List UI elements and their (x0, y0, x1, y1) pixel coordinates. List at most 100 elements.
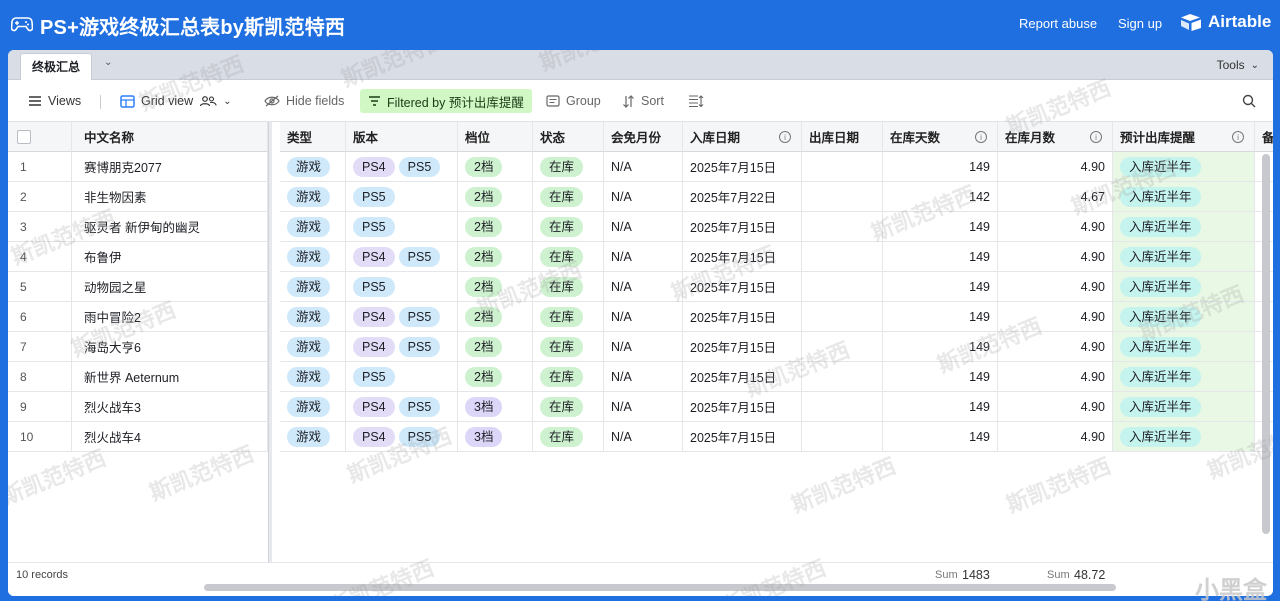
status-cell[interactable]: 在库 (533, 392, 604, 422)
info-icon[interactable]: i (975, 131, 987, 143)
months-cell[interactable]: 4.90 (998, 272, 1113, 302)
months-cell[interactable]: 4.90 (998, 392, 1113, 422)
months-cell[interactable]: 4.90 (998, 422, 1113, 452)
status-cell[interactable]: 在库 (533, 242, 604, 272)
free-month-cell[interactable]: N/A (604, 302, 683, 332)
remind-cell[interactable]: 入库近半年 (1113, 272, 1255, 302)
version-cell[interactable]: PS4 PS5 (346, 332, 458, 362)
free-month-cell[interactable]: N/A (604, 212, 683, 242)
type-cell[interactable]: 游戏 (280, 422, 346, 452)
table-row[interactable]: 6 雨中冒险2 游戏 PS4 PS5 2档 在库 N/A 2025年7月15日 149 4.90 入库… (8, 302, 1273, 332)
column-header-status[interactable]: 状态 (533, 122, 604, 152)
status-cell[interactable]: 在库 (533, 152, 604, 182)
name-cell[interactable]: 驱灵者 新伊甸的幽灵 (72, 212, 268, 242)
airtable-logo[interactable]: Airtable (1180, 12, 1271, 32)
in-date-cell[interactable]: 2025年7月15日 (683, 362, 802, 392)
remind-cell[interactable]: 入库近半年 (1113, 332, 1255, 362)
table-row[interactable]: 8 新世界 Aeternum 游戏 PS5 2档 在库 N/A 2025年7月15日 149 4.… (8, 362, 1273, 392)
row-number-cell[interactable]: 8 (8, 362, 72, 392)
tier-cell[interactable]: 2档 (458, 272, 533, 302)
info-icon[interactable]: i (1232, 131, 1244, 143)
name-cell[interactable]: 动物园之星 (72, 272, 268, 302)
name-cell[interactable]: 赛博朋克2077 (72, 152, 268, 182)
status-cell[interactable]: 在库 (533, 272, 604, 302)
table-row[interactable]: 1 赛博朋克2077 游戏 PS4 PS5 2档 在库 N/A 2025年7月15日 149 4.9… (8, 152, 1273, 182)
days-cell[interactable]: 142 (883, 182, 998, 212)
remind-cell[interactable]: 入库近半年 (1113, 392, 1255, 422)
row-number-cell[interactable]: 7 (8, 332, 72, 362)
remind-cell[interactable]: 入库近半年 (1113, 422, 1255, 452)
out-date-cell[interactable] (802, 302, 883, 332)
row-number-cell[interactable]: 9 (8, 392, 72, 422)
version-cell[interactable]: PS5 (346, 272, 458, 302)
column-header-type[interactable]: 类型 (280, 122, 346, 152)
table-row[interactable]: 3 驱灵者 新伊甸的幽灵 游戏 PS5 2档 在库 N/A 2025年7月15日 149 4.90… (8, 212, 1273, 242)
info-icon[interactable]: i (1090, 131, 1102, 143)
remind-cell[interactable]: 入库近半年 (1113, 212, 1255, 242)
free-month-cell[interactable]: N/A (604, 182, 683, 212)
sort-button[interactable]: Sort (622, 89, 664, 113)
days-cell[interactable]: 149 (883, 392, 998, 422)
free-month-cell[interactable]: N/A (604, 362, 683, 392)
free-month-cell[interactable]: N/A (604, 272, 683, 302)
tier-cell[interactable]: 2档 (458, 362, 533, 392)
status-cell[interactable]: 在库 (533, 362, 604, 392)
in-date-cell[interactable]: 2025年7月15日 (683, 392, 802, 422)
tier-cell[interactable]: 2档 (458, 152, 533, 182)
column-header-tier[interactable]: 档位 (458, 122, 533, 152)
months-cell[interactable]: 4.90 (998, 332, 1113, 362)
in-date-cell[interactable]: 2025年7月22日 (683, 182, 802, 212)
type-cell[interactable]: 游戏 (280, 212, 346, 242)
tab-ultimate-summary[interactable]: 终极汇总 (20, 53, 93, 80)
grid-view-button[interactable]: Grid view ⌄ (120, 89, 231, 113)
months-cell[interactable]: 4.90 (998, 212, 1113, 242)
type-cell[interactable]: 游戏 (280, 362, 346, 392)
tier-cell[interactable]: 3档 (458, 422, 533, 452)
days-cell[interactable]: 149 (883, 362, 998, 392)
days-cell[interactable]: 149 (883, 272, 998, 302)
in-date-cell[interactable]: 2025年7月15日 (683, 332, 802, 362)
tier-cell[interactable]: 3档 (458, 392, 533, 422)
table-row[interactable]: 10 烈火战车4 游戏 PS4 PS5 3档 在库 N/A 2025年7月15日 149 4.90 入… (8, 422, 1273, 452)
views-button[interactable]: Views (28, 89, 81, 113)
tools-menu[interactable]: Tools ⌄ (1217, 58, 1259, 72)
column-header-free-month[interactable]: 会免月份 (604, 122, 683, 152)
version-cell[interactable]: PS5 (346, 182, 458, 212)
days-cell[interactable]: 149 (883, 212, 998, 242)
row-height-button[interactable] (688, 89, 704, 113)
free-month-cell[interactable]: N/A (604, 152, 683, 182)
status-cell[interactable]: 在库 (533, 422, 604, 452)
tier-cell[interactable]: 2档 (458, 182, 533, 212)
select-all-checkbox[interactable] (17, 129, 31, 144)
name-cell[interactable]: 布鲁伊 (72, 242, 268, 272)
column-header-version[interactable]: 版本 (346, 122, 458, 152)
out-date-cell[interactable] (802, 422, 883, 452)
name-cell[interactable]: 非生物因素 (72, 182, 268, 212)
out-date-cell[interactable] (802, 182, 883, 212)
name-cell[interactable]: 海岛大亨6 (72, 332, 268, 362)
version-cell[interactable]: PS5 (346, 362, 458, 392)
days-cell[interactable]: 149 (883, 302, 998, 332)
column-header-months[interactable]: 在库月数 i (998, 122, 1113, 152)
type-cell[interactable]: 游戏 (280, 152, 346, 182)
months-cell[interactable]: 4.90 (998, 362, 1113, 392)
sign-up-link[interactable]: Sign up (1118, 16, 1162, 31)
info-icon[interactable]: i (779, 131, 791, 143)
status-cell[interactable]: 在库 (533, 302, 604, 332)
row-number-cell[interactable]: 10 (8, 422, 72, 452)
column-header-name[interactable]: 中文名称 (72, 122, 268, 152)
out-date-cell[interactable] (802, 152, 883, 182)
name-cell[interactable]: 烈火战车4 (72, 422, 268, 452)
version-cell[interactable]: PS4 PS5 (346, 152, 458, 182)
months-cell[interactable]: 4.90 (998, 242, 1113, 272)
tier-cell[interactable]: 2档 (458, 212, 533, 242)
remind-cell[interactable]: 入库近半年 (1113, 152, 1255, 182)
days-cell[interactable]: 149 (883, 422, 998, 452)
remind-cell[interactable]: 入库近半年 (1113, 182, 1255, 212)
type-cell[interactable]: 游戏 (280, 242, 346, 272)
out-date-cell[interactable] (802, 332, 883, 362)
free-month-cell[interactable]: N/A (604, 392, 683, 422)
table-row[interactable]: 9 烈火战车3 游戏 PS4 PS5 3档 在库 N/A 2025年7月15日 149 4.90 入库… (8, 392, 1273, 422)
months-cell[interactable]: 4.90 (998, 302, 1113, 332)
out-date-cell[interactable] (802, 272, 883, 302)
